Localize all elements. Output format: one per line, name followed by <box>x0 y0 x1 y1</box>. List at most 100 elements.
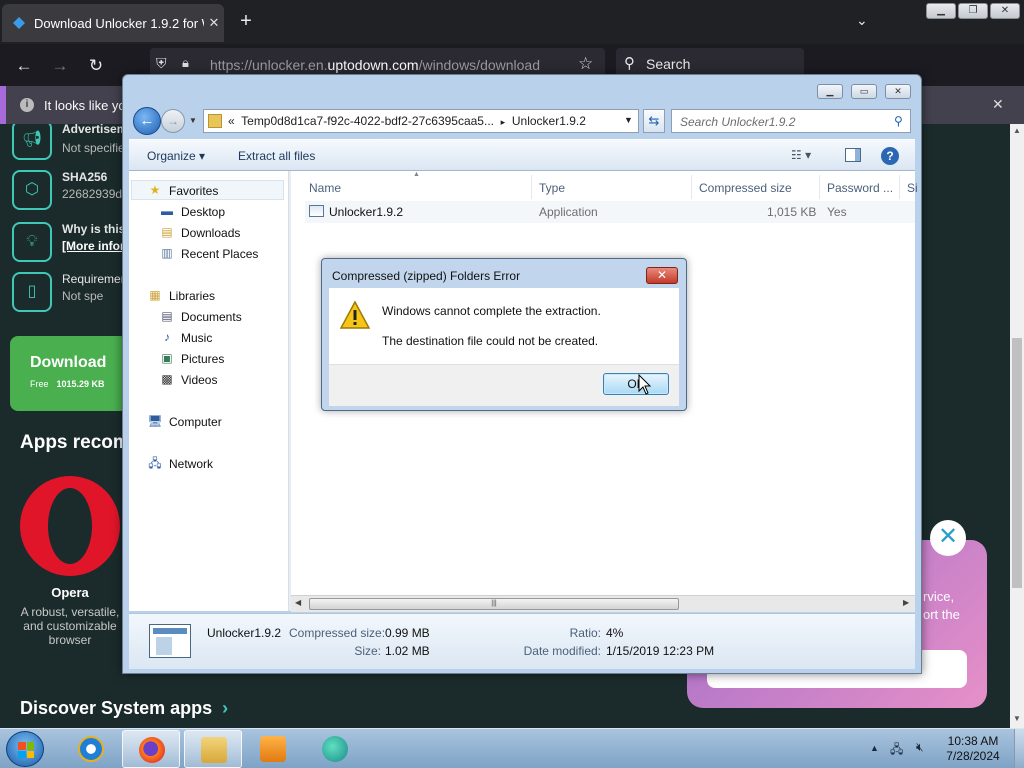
megaphone-icon: 📢︎ <box>12 124 52 160</box>
opera-app-name[interactable]: Opera <box>20 585 120 600</box>
tray-expand-icon[interactable]: ▲ <box>870 743 879 753</box>
details-date-label: Date modified: <box>523 644 601 658</box>
address-row: ← → ▼ « Temp0d8d1ca7-f92c-4022-bdf2-27c6… <box>131 107 915 135</box>
column-header-size[interactable]: Si <box>907 181 918 195</box>
dialog-footer: OK <box>329 364 679 406</box>
opera-logo-icon[interactable] <box>20 476 120 576</box>
taskbar-internet-explorer[interactable] <box>62 730 120 768</box>
organize-button[interactable]: Organize ▾ <box>147 149 205 163</box>
back-button[interactable]: ← <box>133 107 161 135</box>
popup-close-icon[interactable]: ✕ <box>930 520 966 556</box>
column-separator[interactable] <box>691 175 692 199</box>
page-scrollbar[interactable]: ▲ ▼ <box>1010 124 1024 728</box>
details-date-value: 1/15/2019 12:23 PM <box>606 644 715 658</box>
notification-accent <box>0 86 6 124</box>
explorer-close-button[interactable]: ✕ <box>885 84 911 99</box>
popup-text: rvice, ort the <box>923 589 960 622</box>
folder-icon <box>201 737 227 763</box>
explorer-maximize-button[interactable]: ▭ <box>851 84 877 99</box>
browser-tab-bar: Download Unlocker 1.9.2 for Wi ✕ + ⌄ ▁ ❐… <box>0 0 1024 44</box>
application-icon <box>309 205 324 217</box>
lock-icon[interactable]: 🔒︎ <box>182 55 189 71</box>
horizontal-scrollbar[interactable]: ◀ ||| ▶ <box>291 595 915 612</box>
volume-muted-icon[interactable]: 🔇︎ <box>916 740 924 755</box>
info-icon: i <box>20 98 34 112</box>
details-compressed-label: Compressed size: <box>289 626 386 640</box>
tracking-shield-icon[interactable]: ⛨ <box>156 55 167 72</box>
clock[interactable]: 10:38 AM 7/28/2024 <box>938 734 1008 764</box>
forward-arrow-icon[interactable]: → <box>48 56 72 76</box>
start-button[interactable] <box>6 731 44 767</box>
column-separator[interactable] <box>899 175 900 199</box>
file-row[interactable]: Unlocker1.9.2 Application 1,015 KB Yes <box>305 201 915 223</box>
browser-close-button[interactable]: ✕ <box>990 3 1020 19</box>
clock-date: 7/28/2024 <box>946 749 1000 763</box>
scroll-down-icon[interactable]: ▼ <box>1013 714 1021 723</box>
lightbulb-icon: 💡︎ <box>12 222 52 262</box>
address-bar[interactable]: « Temp0d8d1ca7-f92c-4022-bdf2-27c6395caa… <box>203 109 639 133</box>
explorer-minimize-button[interactable]: ▁ <box>817 84 843 99</box>
file-password: Yes <box>827 205 847 219</box>
column-separator[interactable] <box>531 175 532 199</box>
sort-indicator-icon: ▲ <box>413 171 420 178</box>
search-placeholder: Search <box>646 56 691 72</box>
dialog-close-button[interactable]: ✕ <box>646 267 678 284</box>
taskbar-firefox[interactable] <box>122 730 180 768</box>
explorer-search-input[interactable]: Search Unlocker1.9.2 ⚲ <box>671 109 911 133</box>
notification-close-icon[interactable]: ✕ <box>992 96 1004 113</box>
breadcrumb[interactable]: « Temp0d8d1ca7-f92c-4022-bdf2-27c6395caa… <box>228 114 586 128</box>
column-header-name[interactable]: Name <box>309 181 341 195</box>
scroll-left-icon[interactable]: ◀ <box>295 598 301 607</box>
tab-list-chevron-icon[interactable]: ⌄ <box>856 12 868 29</box>
extract-all-button[interactable]: Extract all files <box>238 149 315 163</box>
desktop-icon: ▬ <box>161 204 173 218</box>
bookmark-star-icon[interactable]: ☆ <box>578 54 593 74</box>
download-button[interactable]: Download Free 1015.29 KB <box>10 336 128 411</box>
scroll-right-icon[interactable]: ▶ <box>903 598 909 607</box>
help-icon[interactable]: ? <box>881 147 899 165</box>
forward-button[interactable]: → <box>161 109 185 133</box>
column-header-password[interactable]: Password ... <box>827 181 893 195</box>
discover-system-apps-link[interactable]: Discover System apps › <box>20 698 228 719</box>
ok-button[interactable]: OK <box>603 373 669 395</box>
browser-minimize-button[interactable]: ▁ <box>926 3 956 19</box>
tab-close-icon[interactable]: ✕ <box>204 15 224 31</box>
taskbar-explorer[interactable] <box>184 730 242 768</box>
info-title: Why is this <box>62 222 126 236</box>
url-text[interactable]: https://unlocker.en.uptodown.com/windows… <box>210 57 540 73</box>
more-info-link[interactable]: [More infor <box>62 239 125 253</box>
address-dropdown-icon[interactable]: ▼ <box>624 115 633 125</box>
scroll-up-icon[interactable]: ▲ <box>1013 126 1021 135</box>
computer-icon: 🖥︎ <box>147 414 163 428</box>
dialog-body: Windows cannot complete the extraction. … <box>329 288 679 364</box>
refresh-icon[interactable]: ⇆ <box>643 109 665 133</box>
new-tab-button[interactable]: + <box>236 10 256 33</box>
taskbar-app[interactable] <box>306 730 364 768</box>
internet-explorer-icon <box>78 736 104 762</box>
back-arrow-icon[interactable]: ← <box>12 56 36 76</box>
taskbar-media-player[interactable] <box>244 730 302 768</box>
recent-pages-icon[interactable]: ▼ <box>189 116 197 125</box>
network-icon: 🖧︎ <box>148 456 162 470</box>
reload-icon[interactable]: ↻ <box>84 56 108 76</box>
details-pane: Unlocker1.9.2 Compressed size: 0.99 MB S… <box>129 613 915 669</box>
browser-restore-button[interactable]: ❐ <box>958 3 988 19</box>
views-icon[interactable]: ☷ ▾ <box>791 148 811 162</box>
browser-tab[interactable]: Download Unlocker 1.9.2 for Wi ✕ <box>2 4 224 42</box>
command-bar: Organize ▾ Extract all files ☷ ▾ ? <box>129 139 915 171</box>
network-tray-icon[interactable]: 🖧︎ <box>890 740 903 761</box>
preview-pane-icon[interactable] <box>845 148 861 162</box>
page-scroll-thumb[interactable] <box>1012 338 1022 588</box>
show-desktop-button[interactable] <box>1014 729 1024 768</box>
search-icon[interactable]: ⚲ <box>894 114 903 128</box>
details-ratio-label: Ratio: <box>569 626 601 640</box>
details-size-label: Size: <box>354 644 381 658</box>
star-icon: ★ <box>149 183 161 197</box>
horizontal-scroll-thumb[interactable]: ||| <box>309 598 679 610</box>
column-separator[interactable] <box>819 175 820 199</box>
pictures-icon: ▣ <box>161 351 173 365</box>
windows-logo-icon <box>18 742 34 758</box>
column-header-type[interactable]: Type <box>539 181 565 195</box>
app-icon <box>322 736 348 762</box>
column-header-compressed-size[interactable]: Compressed size <box>699 181 792 195</box>
